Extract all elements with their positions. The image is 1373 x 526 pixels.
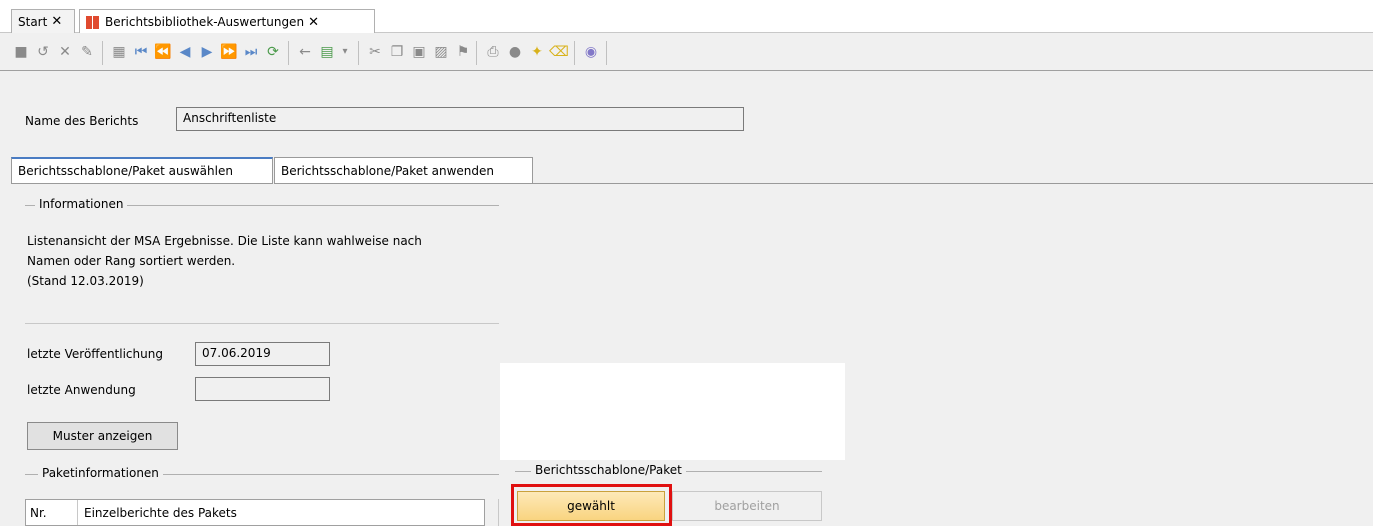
info-line: (Stand 12.03.2019) bbox=[27, 274, 144, 288]
info-group-title: Informationen bbox=[35, 197, 128, 211]
close-icon[interactable]: ✕ bbox=[308, 15, 319, 30]
flag-icon[interactable]: ⚑ bbox=[454, 43, 472, 61]
last-use-label: letzte Anwendung bbox=[27, 383, 136, 397]
paste-icon[interactable]: ▣ bbox=[410, 43, 428, 61]
tab-start-label: Start bbox=[18, 14, 48, 29]
last-publish-label: letzte Veröffentlichung bbox=[27, 347, 163, 361]
document-icon[interactable]: ▨ bbox=[432, 43, 450, 61]
document-tab-bar: Start ✕ Berichtsbibliothek-Auswertungen … bbox=[0, 0, 1373, 34]
edit-icon[interactable]: ✎ bbox=[78, 43, 96, 61]
toolbar-separator bbox=[574, 41, 575, 65]
close-icon[interactable]: ✕ bbox=[51, 14, 62, 29]
export-icon[interactable]: ▤ bbox=[318, 43, 336, 61]
toolbar: ■ ↺ ✕ ✎ ▦ ⏮ ⏪ ◀ ▶ ⏩ ⏭ ⟳ ← ▤ ▾ ✂ ❐ ▣ ▨ ⚑ … bbox=[0, 33, 1373, 71]
report-name-field[interactable]: Anschriftenliste bbox=[176, 107, 744, 131]
print-icon[interactable]: ⎙ bbox=[484, 43, 502, 61]
report-name-label: Name des Berichts bbox=[25, 114, 139, 128]
delete-icon[interactable]: ✕ bbox=[56, 43, 74, 61]
table-scrollbar[interactable] bbox=[485, 499, 499, 526]
info-line: Listenansicht der MSA Ergebnisse. Die Li… bbox=[27, 234, 422, 248]
package-table-header: Nr. Einzelberichte des Pakets bbox=[25, 499, 485, 526]
tab-paket-auswaehlen[interactable]: Berichtsschablone/Paket auswählen bbox=[11, 157, 273, 184]
last-icon[interactable]: ⏭ bbox=[242, 43, 260, 61]
next-icon[interactable]: ▶ bbox=[198, 43, 216, 61]
toolbar-separator bbox=[476, 41, 477, 65]
toolbar-separator bbox=[358, 41, 359, 65]
template-group-title: Berichtsschablone/Paket bbox=[531, 463, 686, 477]
highlight-frame bbox=[511, 484, 672, 526]
tab-start[interactable]: Start ✕ bbox=[11, 9, 75, 33]
cut-icon[interactable]: ✂ bbox=[366, 43, 384, 61]
refresh-icon[interactable]: ⟳ bbox=[264, 43, 282, 61]
fast-forward-icon[interactable]: ⏩ bbox=[220, 43, 238, 61]
help-icon[interactable]: ◉ bbox=[582, 43, 600, 61]
toolbar-separator bbox=[102, 41, 103, 65]
new-record-icon[interactable]: ▦ bbox=[110, 43, 128, 61]
package-group-title: Paketinformationen bbox=[38, 466, 163, 480]
lightbulb-icon[interactable]: ✦ bbox=[528, 43, 546, 61]
undo-icon[interactable]: ↺ bbox=[34, 43, 52, 61]
show-sample-button[interactable]: Muster anzeigen bbox=[27, 422, 178, 450]
info-description: Listenansicht der MSA Ergebnisse. Die Li… bbox=[25, 224, 499, 324]
tab-berichtsbibliothek-label: Berichtsbibliothek-Auswertungen bbox=[105, 15, 305, 29]
info-line: Namen oder Rang sortiert werden. bbox=[27, 254, 236, 268]
toolbar-separator bbox=[288, 41, 289, 65]
last-publish-field: 07.06.2019 bbox=[195, 342, 330, 366]
toolbar-separator bbox=[606, 41, 607, 65]
back-arrow-icon[interactable]: ← bbox=[296, 43, 314, 61]
copy-icon[interactable]: ❐ bbox=[388, 43, 406, 61]
column-header-einzelberichte[interactable]: Einzelberichte des Pakets bbox=[78, 506, 237, 520]
save-icon[interactable]: ■ bbox=[12, 43, 30, 61]
tab-underline bbox=[533, 183, 1373, 184]
disk-icon[interactable]: ● bbox=[506, 43, 524, 61]
broom-icon[interactable]: ⌫ bbox=[549, 43, 569, 61]
dropdown-arrow-icon[interactable]: ▾ bbox=[336, 43, 354, 61]
preview-area bbox=[500, 363, 845, 460]
first-icon[interactable]: ⏮ bbox=[132, 43, 150, 61]
tab-paket-anwenden[interactable]: Berichtsschablone/Paket anwenden bbox=[274, 157, 533, 184]
prev-icon[interactable]: ◀ bbox=[176, 43, 194, 61]
last-use-field bbox=[195, 377, 330, 401]
fast-back-icon[interactable]: ⏪ bbox=[154, 43, 172, 61]
edit-button[interactable]: bearbeiten bbox=[672, 491, 822, 521]
tab-berichtsbibliothek[interactable]: Berichtsbibliothek-Auswertungen ✕ bbox=[79, 9, 375, 34]
report-library-icon bbox=[86, 15, 99, 29]
column-header-nr[interactable]: Nr. bbox=[26, 500, 78, 525]
